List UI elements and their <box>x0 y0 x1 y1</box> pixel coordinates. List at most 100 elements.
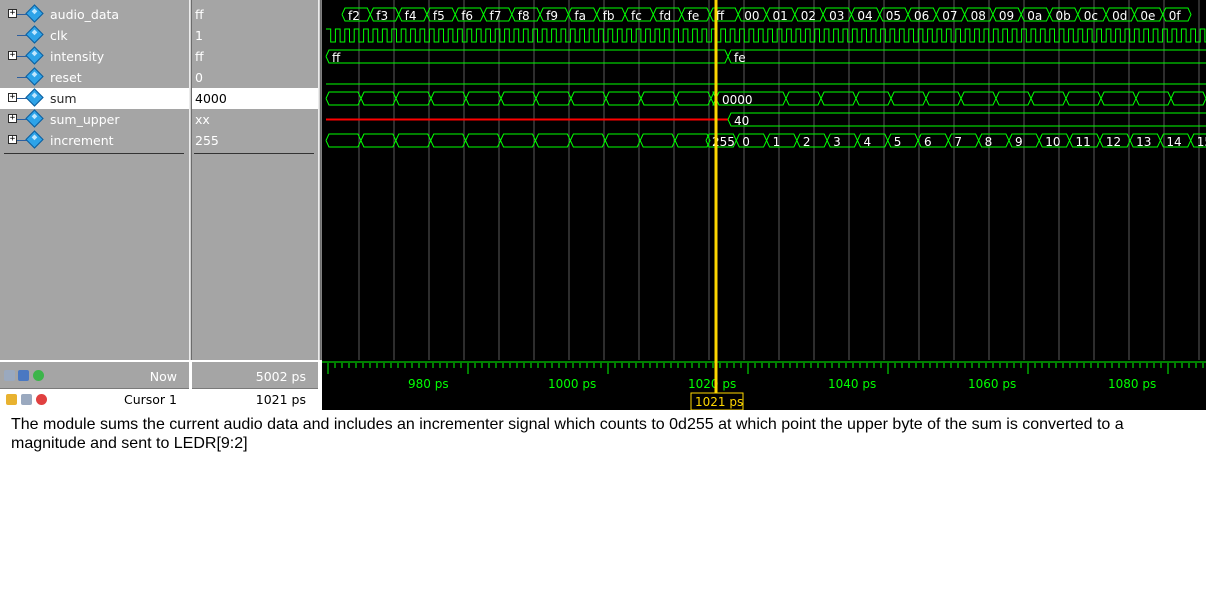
signal-diamond-icon <box>25 4 44 23</box>
increment-segment <box>674 133 711 148</box>
delete-cursor-icon[interactable] <box>36 394 47 405</box>
signal-value: 1 <box>195 28 203 43</box>
lock-icon[interactable] <box>6 394 17 405</box>
bus-label: 00 <box>744 9 759 23</box>
bus-label: fe <box>734 51 746 65</box>
signal-name: intensity <box>50 49 105 64</box>
increment-segment <box>465 133 502 148</box>
pane-divider[interactable] <box>318 0 321 410</box>
sum-segment <box>535 91 572 106</box>
sum-segment <box>1030 91 1067 106</box>
signal-row-clk[interactable]: clk <box>0 25 189 46</box>
caption: The module sums the current audio data a… <box>11 416 1124 452</box>
bus-label: 01 <box>773 9 788 23</box>
bus-label: 15 <box>1197 135 1206 149</box>
intensity-segment <box>325 49 729 64</box>
increment-segment <box>569 133 606 148</box>
time-bar-label-pane: Now Cursor 1 <box>0 360 189 410</box>
bus-label: 08 <box>971 9 986 23</box>
increment-segment <box>978 133 1010 148</box>
sum-segment <box>570 91 607 106</box>
signal-name: sum_upper <box>50 112 120 127</box>
signal-name: increment <box>50 133 114 148</box>
sum-segment <box>1135 91 1172 106</box>
expand-icon[interactable]: + <box>8 9 17 18</box>
expand-icon[interactable]: + <box>8 135 17 144</box>
waveform-area[interactable]: f2 f3 f4 f5 f6 f7 f8 f9 fa fb fc fd fe ff 00 01 02 03 04 05… <box>322 0 1206 360</box>
signal-value: 0 <box>195 70 203 85</box>
signal-diamond-icon <box>25 67 44 86</box>
row-underline <box>4 153 184 154</box>
increment-segment <box>430 133 467 148</box>
bus-label: fa <box>574 9 586 23</box>
bus-label: 5 <box>894 135 902 149</box>
bus-label: 0c <box>1084 9 1098 23</box>
sum-segment <box>995 91 1032 106</box>
row-underline <box>194 153 314 154</box>
window-icon[interactable] <box>18 370 29 381</box>
sum-segment <box>925 91 962 106</box>
time-tick-label: 1060 ps <box>968 377 1016 391</box>
now-value-box: 5002 ps <box>192 362 318 389</box>
expand-icon[interactable]: + <box>8 93 17 102</box>
signal-row-audio-data[interactable]: + audio_data <box>0 4 189 25</box>
bus-label: 0 <box>742 135 750 149</box>
bus-label: 06 <box>914 9 929 23</box>
sum-segment <box>465 91 502 106</box>
time-tick-label: 1000 ps <box>548 377 596 391</box>
bus-label: 4 <box>863 135 871 149</box>
increment-segment <box>395 133 432 148</box>
time-tick-label: 1080 ps <box>1108 377 1156 391</box>
signal-row-sum[interactable]: + sum <box>0 88 189 109</box>
zoom-icon[interactable] <box>4 370 15 381</box>
bus-label: f8 <box>518 9 530 23</box>
expand-icon[interactable]: + <box>8 114 17 123</box>
sum-segment <box>675 91 712 106</box>
signal-diamond-icon <box>25 46 44 65</box>
bus-label: 12 <box>1106 135 1121 149</box>
signal-value: ff <box>195 7 204 22</box>
bus-label: 40 <box>734 114 749 128</box>
signal-diamond-icon <box>25 130 44 149</box>
bus-label: fc <box>631 9 642 23</box>
signal-name: clk <box>50 28 68 43</box>
bus-label: fb <box>603 9 615 23</box>
time-bar: Now Cursor 1 5002 ps 1021 ps 980 ps 1000 … <box>0 360 1206 410</box>
edit-icon[interactable] <box>21 394 32 405</box>
sum-segment <box>1065 91 1102 106</box>
wave-window: + audio_dataclk + intensity reset + sum + sum_up… <box>0 0 1206 410</box>
bus-label: 0000 <box>722 93 753 107</box>
sum-segment <box>640 91 677 106</box>
time-tick-label: 1020 ps <box>688 377 736 391</box>
bus-label: 11 <box>1076 135 1091 149</box>
sum-segment <box>605 91 642 106</box>
signal-names-pane: + audio_dataclk + intensity reset + sum + sum_up… <box>0 0 189 360</box>
sum-segment <box>855 91 892 106</box>
add-cursor-icon[interactable] <box>33 370 44 381</box>
increment-segment <box>947 133 980 148</box>
bus-label: 0e <box>1140 9 1155 23</box>
signal-row-sum-upper[interactable]: + sum_upper <box>0 109 189 130</box>
signal-name: sum <box>50 91 77 106</box>
cursor-row[interactable]: Cursor 1 <box>0 389 189 410</box>
increment-segment <box>535 133 571 148</box>
signal-row-intensity[interactable]: + intensity <box>0 46 189 67</box>
bus-label: 07 <box>942 9 957 23</box>
now-value: 5002 ps <box>255 369 306 384</box>
signal-row-increment[interactable]: + increment <box>0 130 189 151</box>
increment-segment <box>604 133 641 148</box>
time-axis[interactable]: 980 ps 1000 ps 1020 ps 1040 ps 1060 ps 1080 p… <box>322 360 1206 410</box>
bus-label: f3 <box>376 9 388 23</box>
waveform-canvas: f2 f3 f4 f5 f6 f7 f8 f9 fa fb fc fd fe ff 00 01 02 03 04 05… <box>325 0 1206 360</box>
bus-label: 13 <box>1136 135 1151 149</box>
sum-segment <box>360 91 397 106</box>
bus-label: 0d <box>1112 9 1127 23</box>
sum-segment <box>960 91 997 106</box>
signal-diamond-icon <box>25 25 44 44</box>
expand-icon[interactable]: + <box>8 51 17 60</box>
increment-segment <box>917 133 949 148</box>
signal-row-reset[interactable]: reset <box>0 67 189 88</box>
bus-label: 09 <box>999 9 1014 23</box>
time-axis-canvas: 980 ps 1000 ps 1020 ps 1040 ps 1060 ps 1080 p… <box>322 360 1206 410</box>
sum-segment <box>1100 91 1137 106</box>
